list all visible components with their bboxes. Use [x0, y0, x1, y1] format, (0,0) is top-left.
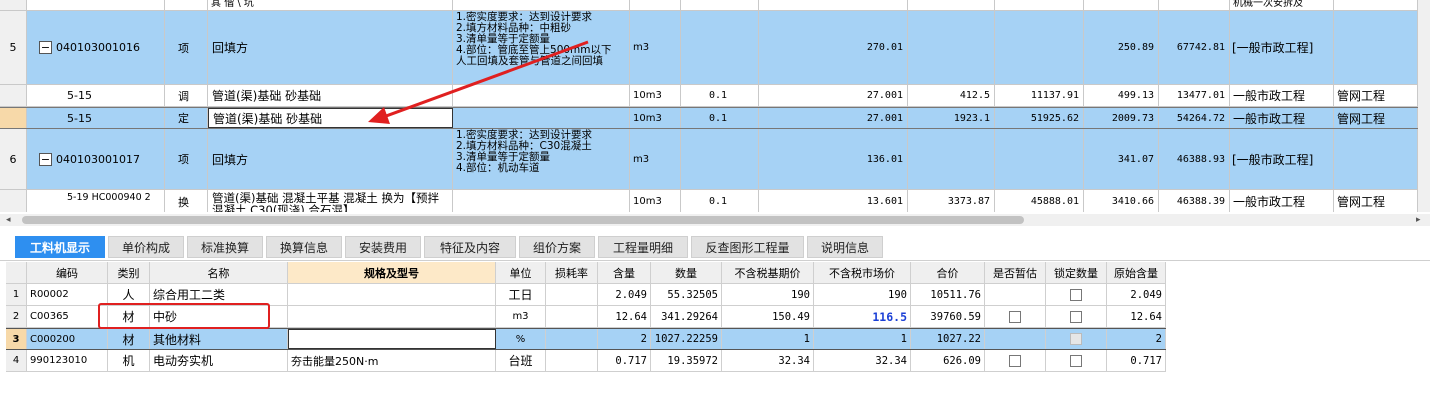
lock-quantity-checkbox[interactable]	[1070, 354, 1082, 367]
lock-quantity-checkbox[interactable]	[1070, 310, 1082, 323]
lock-quantity-checkbox[interactable]	[1070, 288, 1082, 301]
table-row-selected[interactable]: 3 C000200 材 其他材料 % 2 1027.22259 1 1 1027…	[6, 328, 1166, 350]
code-cell[interactable]: C000200	[27, 329, 108, 349]
code-cell[interactable]: 990123010	[27, 350, 108, 371]
col-category[interactable]: 类别	[108, 262, 150, 283]
category-cell: 人	[108, 284, 150, 305]
detail-tabs: 工料机显示 单价构成 标准换算 换算信息 安装费用 特征及内容 组价方案 工程量…	[0, 234, 1430, 261]
market-price-cell[interactable]: 32.34	[814, 350, 911, 371]
market-price-cell[interactable]: 190	[814, 284, 911, 305]
tab-labor-material-machine[interactable]: 工料机显示	[15, 236, 105, 258]
quantity-cell[interactable]: 55.32505	[651, 284, 722, 305]
base-price-cell: 32.34	[722, 350, 814, 371]
estimated-checkbox[interactable]	[1009, 354, 1021, 367]
total-cell: 1027.22	[911, 329, 985, 349]
category-cell: 材	[108, 329, 150, 349]
tab-quantity-details[interactable]: 工程量明细	[598, 236, 688, 258]
quantity-cell[interactable]: 19.35972	[651, 350, 722, 371]
estimated-cell	[985, 329, 1046, 349]
unit-cell: %	[496, 329, 546, 349]
unit-cell: m3	[496, 306, 546, 327]
horizontal-scrollbar[interactable]: ◂ ▸	[0, 214, 1430, 226]
name-cell[interactable]: 综合用工二类	[150, 284, 288, 305]
market-price-cell[interactable]: 116.5	[814, 306, 911, 327]
col-total[interactable]: 合价	[911, 262, 985, 283]
tab-conversion-info[interactable]: 换算信息	[266, 236, 342, 258]
base-price-cell: 190	[722, 284, 814, 305]
category-cell: 机	[108, 350, 150, 371]
col-unit[interactable]: 单位	[496, 262, 546, 283]
original-content-cell: 2	[1107, 329, 1166, 349]
code-cell[interactable]: R00002	[27, 284, 108, 305]
content-cell[interactable]: 0.717	[598, 350, 651, 371]
content-cell[interactable]: 2	[598, 329, 651, 349]
estimated-checkbox[interactable]	[1009, 310, 1021, 323]
tab-description-info[interactable]: 说明信息	[807, 236, 883, 258]
table-row[interactable]: 4 990123010 机 电动夯实机 夯击能量250N·m 台班 0.717 …	[6, 350, 1166, 372]
tab-unit-price-composition[interactable]: 单价构成	[108, 236, 184, 258]
name-cell[interactable]: 电动夯实机	[150, 350, 288, 371]
loss-rate-cell[interactable]	[546, 350, 598, 371]
name-cell[interactable]: 其他材料	[150, 329, 288, 349]
annotation-arrow-icon	[368, 40, 589, 124]
col-market-price[interactable]: 不含税市场价	[814, 262, 911, 283]
original-content-cell: 2.049	[1107, 284, 1166, 305]
original-content-cell: 12.64	[1107, 306, 1166, 327]
col-spec-model[interactable]: 规格及型号	[288, 262, 496, 283]
original-content-cell: 0.717	[1107, 350, 1166, 371]
col-loss-rate[interactable]: 损耗率	[546, 262, 598, 283]
scrollbar-thumb[interactable]	[22, 216, 1024, 224]
col-name[interactable]: 名称	[150, 262, 288, 283]
col-content[interactable]: 含量	[598, 262, 651, 283]
col-original-content[interactable]: 原始含量	[1107, 262, 1166, 283]
tab-reverse-graphic-quantity[interactable]: 反查图形工程量	[691, 236, 804, 258]
col-quantity[interactable]: 数量	[651, 262, 722, 283]
code-cell[interactable]: C00365	[27, 306, 108, 327]
col-base-price[interactable]: 不含税基期价	[722, 262, 814, 283]
scroll-left-icon[interactable]: ◂	[6, 215, 11, 225]
tab-standard-conversion[interactable]: 标准换算	[187, 236, 263, 258]
total-cell: 39760.59	[911, 306, 985, 327]
total-cell: 626.09	[911, 350, 985, 371]
tab-pricing-scheme[interactable]: 组价方案	[519, 236, 595, 258]
col-estimated[interactable]: 是否暂估	[985, 262, 1046, 283]
spec-cell[interactable]	[288, 306, 496, 327]
col-code[interactable]: 编码	[27, 262, 108, 283]
loss-rate-cell[interactable]	[546, 329, 598, 349]
unit-cell: 工日	[496, 284, 546, 305]
content-cell[interactable]: 2.049	[598, 284, 651, 305]
bill-grid: 其 偕 \ 坑 机械一次安拆及 5 − 040103001016 项 回填方 1…	[0, 0, 1430, 212]
row-number: 1	[6, 284, 27, 305]
spec-cell[interactable]	[288, 284, 496, 305]
row-number: 4	[6, 350, 27, 371]
spec-cell[interactable]: 夯击能量250N·m	[288, 350, 496, 371]
total-cell: 10511.76	[911, 284, 985, 305]
content-cell[interactable]: 12.64	[598, 306, 651, 327]
quantity-cell[interactable]: 341.29264	[651, 306, 722, 327]
tab-installation-fee[interactable]: 安装费用	[345, 236, 421, 258]
tab-features-content[interactable]: 特征及内容	[424, 236, 516, 258]
base-price-cell: 1	[722, 329, 814, 349]
scroll-right-icon[interactable]: ▸	[1416, 215, 1421, 225]
loss-rate-cell[interactable]	[546, 306, 598, 327]
table-header: 编码 类别 名称 规格及型号 单位 损耗率 含量 数量 不含税基期价 不含税市场…	[6, 262, 1166, 284]
annotation-highlight-box	[98, 303, 270, 329]
spec-edit-cell[interactable]	[288, 329, 496, 349]
lock-quantity-checkbox[interactable]	[1070, 333, 1082, 345]
row-number: 3	[6, 329, 27, 349]
estimated-cell	[985, 284, 1046, 305]
loss-rate-cell[interactable]	[546, 284, 598, 305]
base-price-cell: 150.49	[722, 306, 814, 327]
unit-cell: 台班	[496, 350, 546, 371]
row-number: 2	[6, 306, 27, 327]
quantity-cell[interactable]: 1027.22259	[651, 329, 722, 349]
market-price-cell[interactable]: 1	[814, 329, 911, 349]
col-lock-quantity[interactable]: 锁定数量	[1046, 262, 1107, 283]
